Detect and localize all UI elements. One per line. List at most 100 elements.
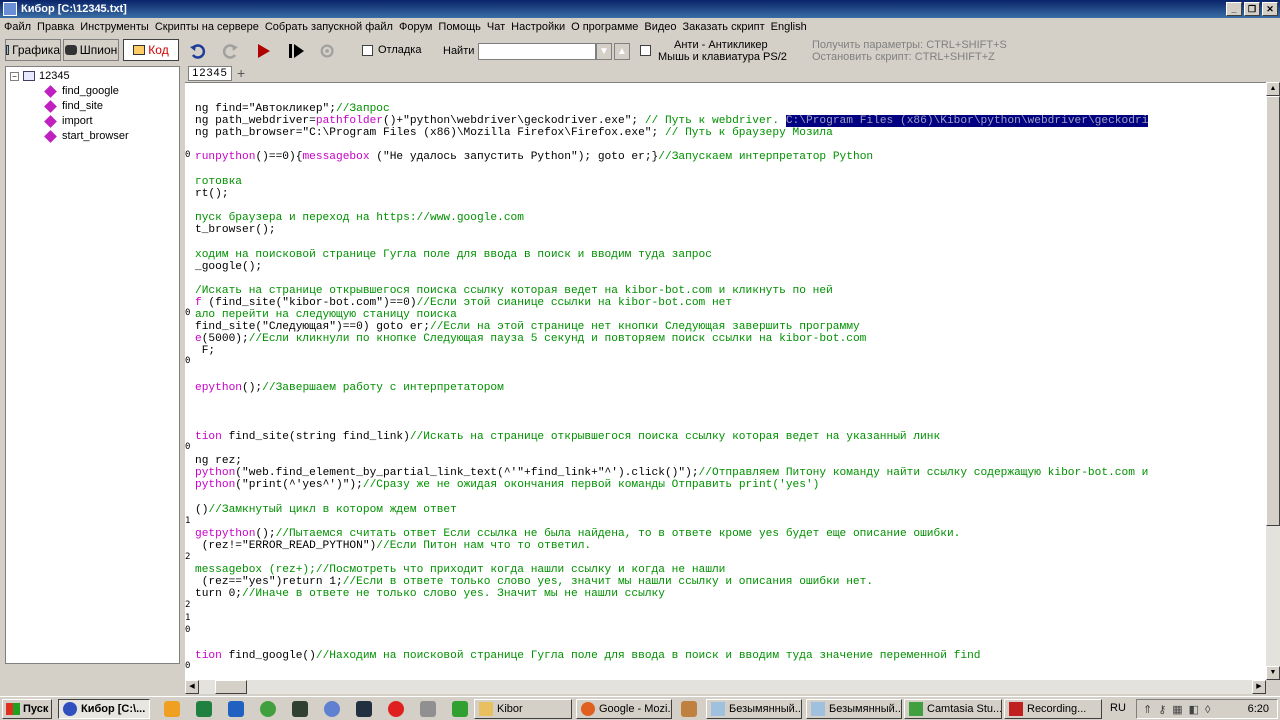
menu-item[interactable]: Заказать скрипт bbox=[683, 21, 771, 33]
code-line[interactable]: ходим на поисковой странице Гугла поле д… bbox=[195, 249, 712, 261]
paint-icon[interactable] bbox=[681, 701, 697, 717]
task-firefox[interactable]: Google - Mozi... bbox=[576, 699, 672, 719]
quicklaunch-icon[interactable] bbox=[196, 701, 212, 717]
code-line[interactable]: f (find_site("kibor-bot.com")==0)//Если … bbox=[195, 297, 732, 309]
fold-marker[interactable]: 0 bbox=[185, 308, 190, 318]
horizontal-scrollbar[interactable]: ◀ ▶ bbox=[185, 680, 1266, 694]
settings-icon[interactable] bbox=[319, 42, 337, 60]
task-notepad-2[interactable]: Безымянный... bbox=[806, 699, 902, 719]
undo-icon[interactable] bbox=[189, 42, 207, 60]
redo-icon[interactable] bbox=[221, 42, 239, 60]
fold-marker[interactable]: 0 bbox=[185, 661, 190, 671]
code-line[interactable]: ng rez; bbox=[195, 455, 242, 467]
fold-marker[interactable]: 1 bbox=[185, 613, 190, 623]
menu-item[interactable]: Чат bbox=[487, 21, 511, 33]
task-camtasia[interactable]: Camtasia Stu... bbox=[904, 699, 1002, 719]
menu-item[interactable]: Скрипты на сервере bbox=[155, 21, 265, 33]
code-line[interactable]: t_browser(); bbox=[195, 224, 276, 236]
code-line[interactable]: ng find="Автокликер";//Запрос bbox=[195, 103, 390, 115]
tree-item[interactable]: import bbox=[44, 114, 93, 128]
task-notepad-1[interactable]: Безымянный... bbox=[706, 699, 802, 719]
code-line[interactable]: ало перейти на следующую станицу поиска bbox=[195, 309, 457, 321]
quicklaunch-icon[interactable] bbox=[292, 701, 308, 717]
code-line[interactable]: ng path_webdriver=pathfolder()+"python\w… bbox=[195, 115, 1149, 127]
tree-root[interactable]: − 12345 bbox=[10, 70, 70, 82]
fold-marker[interactable]: 2 bbox=[185, 600, 190, 610]
anticlicker-checkbox[interactable] bbox=[640, 45, 651, 56]
hscroll-thumb[interactable] bbox=[215, 680, 247, 694]
fold-marker[interactable]: 0 bbox=[185, 150, 190, 160]
code-editor[interactable]: ng find="Автокликер";//Запрос ng path_web… bbox=[185, 82, 1266, 680]
scroll-thumb[interactable] bbox=[1266, 96, 1280, 526]
quicklaunch-icon[interactable] bbox=[356, 701, 372, 717]
code-line[interactable]: готовка bbox=[195, 176, 242, 188]
quicklaunch-icon[interactable] bbox=[324, 701, 340, 717]
fold-marker[interactable]: 0 bbox=[185, 356, 190, 366]
tab-spy[interactable]: Шпион bbox=[63, 39, 119, 61]
code-line[interactable]: messagebox (rez+);//Посмотреть что прихо… bbox=[195, 564, 725, 576]
quicklaunch-icon[interactable] bbox=[164, 701, 180, 717]
tree-item[interactable]: find_google bbox=[44, 84, 119, 98]
file-tab[interactable]: 12345 bbox=[188, 66, 232, 81]
code-line[interactable]: e(5000);//Если кликнули по кнопке Следую… bbox=[195, 333, 866, 345]
quicklaunch-icon[interactable] bbox=[228, 701, 244, 717]
scroll-down-icon[interactable]: ▼ bbox=[1266, 666, 1280, 680]
code-line[interactable]: rt(); bbox=[195, 188, 229, 200]
task-recording[interactable]: Recording... bbox=[1004, 699, 1102, 719]
minimize-button[interactable]: _ bbox=[1226, 2, 1242, 16]
code-line[interactable]: runpython()==0){messagebox ("Не удалось … bbox=[195, 151, 873, 163]
fold-marker[interactable]: 0 bbox=[185, 442, 190, 452]
code-line[interactable]: ng path_browser="C:\Program Files (x86)\… bbox=[195, 127, 833, 139]
run-icon[interactable] bbox=[255, 42, 273, 60]
code-line[interactable]: python("print(^'yes^')");//Сразу же не о… bbox=[195, 479, 819, 491]
code-line[interactable]: пуск браузера и переход на https://www.g… bbox=[195, 212, 524, 224]
menu-item[interactable]: Настройки bbox=[511, 21, 571, 33]
tab-code[interactable]: Код bbox=[123, 39, 179, 61]
tray-icons[interactable]: ⇑⚷▦◧◊ bbox=[1143, 703, 1217, 716]
task-kibor-folder[interactable]: Kibor bbox=[474, 699, 572, 719]
code-line[interactable]: tion find_google()//Находим на поисковой… bbox=[195, 650, 981, 662]
menu-item[interactable]: English bbox=[771, 21, 813, 33]
find-up-button[interactable]: ▲ bbox=[614, 43, 630, 60]
code-line[interactable]: F; bbox=[195, 345, 215, 357]
maximize-button[interactable]: ❐ bbox=[1244, 2, 1260, 16]
code-line[interactable]: (rez=="yes")return 1;//Если в ответе тол… bbox=[195, 576, 873, 588]
scroll-right-icon[interactable]: ▶ bbox=[1252, 680, 1266, 694]
menu-item[interactable]: Видео bbox=[644, 21, 682, 33]
add-tab-icon[interactable]: + bbox=[237, 65, 245, 81]
task-kibor[interactable]: Кибор [C:\... bbox=[58, 699, 150, 719]
opera-icon[interactable] bbox=[388, 701, 404, 717]
language-indicator[interactable]: RU bbox=[1110, 702, 1126, 714]
scroll-left-icon[interactable]: ◀ bbox=[185, 680, 199, 694]
code-line[interactable]: epython();//Завершаем работу с интерпрет… bbox=[195, 382, 504, 394]
menu-item[interactable]: Файл bbox=[4, 21, 37, 33]
code-line[interactable]: python("web.find_element_by_partial_link… bbox=[195, 467, 1148, 479]
fold-marker[interactable]: 0 bbox=[185, 625, 190, 635]
code-line[interactable]: tion find_site(string find_link)//Искать… bbox=[195, 431, 940, 443]
menu-item[interactable]: Правка bbox=[37, 21, 80, 33]
code-line[interactable]: getpython();//Пытаемся считать ответ Есл… bbox=[195, 528, 960, 540]
step-icon[interactable] bbox=[287, 42, 305, 60]
find-input[interactable] bbox=[478, 43, 596, 60]
debug-checkbox[interactable] bbox=[362, 45, 373, 56]
menu-item[interactable]: О программе bbox=[571, 21, 644, 33]
start-button[interactable]: Пуск bbox=[2, 699, 52, 719]
vertical-scrollbar[interactable]: ▲ ▼ bbox=[1266, 82, 1280, 680]
scroll-up-icon[interactable]: ▲ bbox=[1266, 82, 1280, 96]
tree-item[interactable]: start_browser bbox=[44, 129, 129, 143]
tab-graphics[interactable]: Графика bbox=[5, 39, 61, 61]
menu-item[interactable]: Помощь bbox=[438, 21, 487, 33]
code-line[interactable]: _google(); bbox=[195, 261, 262, 273]
code-line[interactable]: /Искать на странице открывшегося поиска … bbox=[195, 285, 833, 297]
tree-item[interactable]: find_site bbox=[44, 99, 103, 113]
find-down-button[interactable]: ▼ bbox=[596, 43, 612, 60]
close-button[interactable]: ✕ bbox=[1262, 2, 1278, 16]
code-line[interactable]: find_site("Следующая")==0) goto er;//Есл… bbox=[195, 321, 860, 333]
clock[interactable]: 6:20 bbox=[1248, 703, 1269, 715]
code-line[interactable]: ()//Замкнутый цикл в котором ждем ответ bbox=[195, 504, 457, 516]
fold-marker[interactable]: 2 bbox=[185, 552, 190, 562]
chrome-icon[interactable] bbox=[260, 701, 276, 717]
quicklaunch-icon[interactable] bbox=[452, 701, 468, 717]
menu-item[interactable]: Форум bbox=[399, 21, 438, 33]
code-line[interactable]: turn 0;//Иначе в ответе не только слово … bbox=[195, 588, 665, 600]
